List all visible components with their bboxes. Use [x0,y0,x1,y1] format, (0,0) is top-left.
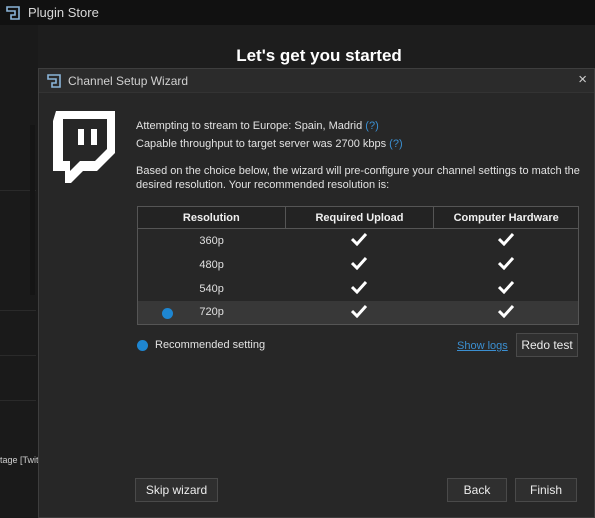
resolution-cell: 720p [137,300,286,325]
checkmark-icon [351,280,368,294]
hardware-cell [433,252,579,277]
table-row[interactable]: 540p [137,276,579,301]
upload-cell [285,277,434,301]
stream-target-line: Attempting to stream to Europe: Spain, M… [136,120,379,132]
app-heading: Let's get you started [236,46,402,65]
help-icon[interactable]: (?) [389,138,402,150]
channel-setup-wizard-dialog: Channel Setup Wizard × Attempting to str… [38,68,595,518]
resolution-cell: 540p [137,276,286,301]
app-title: Plugin Store [28,5,99,20]
back-button[interactable]: Back [447,478,507,502]
redo-test-button[interactable]: Redo test [516,333,578,357]
streamlabs-logo-icon [6,5,20,20]
streamlabs-logo-icon [47,73,61,88]
hardware-cell [433,276,579,301]
hardware-cell [433,300,579,325]
table-row[interactable]: 480p [137,252,579,277]
app-sidebar [0,25,38,518]
show-logs-link[interactable]: Show logs [457,340,508,352]
dialog-titlebar: Channel Setup Wizard [39,69,594,93]
app-titlebar: Plugin Store [0,0,595,25]
resolution-cell: 360p [137,228,286,253]
checkmark-icon [497,280,514,294]
checkmark-icon [351,256,368,270]
upload-cell [285,229,434,253]
resolution-cell: 480p [137,252,286,277]
finish-button[interactable]: Finish [515,478,577,502]
twitch-logo-icon [53,111,115,183]
checkmark-icon [497,304,514,318]
upload-cell [285,300,434,325]
hardware-cell [433,228,579,253]
dialog-title: Channel Setup Wizard [68,73,189,88]
table-row[interactable]: 360p [137,228,579,253]
column-header-hardware: Computer Hardware [433,206,579,229]
recommended-dot-icon [137,339,148,351]
checkmark-icon [497,233,514,247]
table-row-selected[interactable]: 720p [137,300,579,325]
throughput-line: Capable throughput to target server was … [136,138,403,150]
resolution-table: Resolution Required Upload Computer Hard… [137,206,579,325]
column-header-upload: Required Upload [284,206,435,229]
column-header-resolution: Resolution [137,206,286,229]
help-icon[interactable]: (?) [365,120,378,132]
stream-target-text: Attempting to stream to Europe: Spain, M… [136,120,363,132]
legend-label: Recommended setting [155,339,266,351]
skip-wizard-button[interactable]: Skip wizard [135,478,218,502]
checkmark-icon [497,256,514,270]
recommended-dot-icon [162,307,173,319]
recommended-legend: Recommended setting [137,339,265,351]
checkmark-icon [351,304,368,318]
sidebar-snippet: tage [Twitch [0,455,38,465]
upload-cell [285,253,434,277]
checkmark-icon [351,233,368,247]
throughput-text: Capable throughput to target server was … [136,138,387,150]
description-text: Based on the choice below, the wizard wi… [136,165,580,191]
close-icon[interactable]: × [578,72,587,88]
